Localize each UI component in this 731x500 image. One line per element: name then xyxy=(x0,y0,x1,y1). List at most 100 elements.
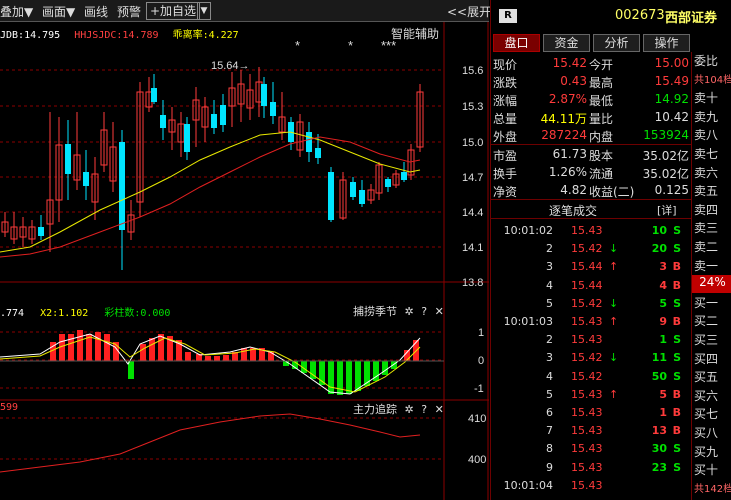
settings-icon[interactable]: ✲ xyxy=(405,403,414,416)
tick-row: 10:01:04 15.43 xyxy=(491,477,691,495)
tick-volume: 10 xyxy=(651,224,667,237)
help-icon[interactable]: ? xyxy=(421,403,427,416)
tick-time: 10:01:02 xyxy=(503,224,553,237)
tick-direction-icon: ↑ xyxy=(609,260,619,274)
tick-price: 15.43 xyxy=(571,333,603,347)
order-book-side-label: 委比 xyxy=(694,54,719,68)
quote-row: 净资 4.82 收益(二) 0.125 xyxy=(491,181,691,199)
order-book-side-label: 卖三 xyxy=(694,221,719,236)
tick-volume: 1 xyxy=(659,406,667,419)
sub2-value: 599 xyxy=(0,402,19,413)
price-axis-label: 15.0 xyxy=(462,137,483,149)
quote-row: 现价 15.42 今开 15.00 xyxy=(491,54,691,72)
quote-value: 15.49 xyxy=(654,74,689,88)
tick-volume: 4 xyxy=(659,278,667,292)
tick-price: 15.43 xyxy=(571,406,603,419)
add-favorite-dropdown[interactable]: ▼ xyxy=(197,2,211,20)
tick-row: 3 15.44 ↑ 3 B xyxy=(491,258,691,276)
quote-label: 内盘 xyxy=(589,130,614,144)
tick-side: S xyxy=(673,296,681,310)
tick-time: 2 xyxy=(546,333,553,347)
order-book-side-label: 买三 xyxy=(694,333,719,347)
star-marker-1: * xyxy=(295,38,300,53)
tick-side: S xyxy=(673,242,681,256)
close-icon[interactable]: ✕ xyxy=(435,305,444,318)
tick-volume: 20 xyxy=(651,242,667,256)
candlesticks xyxy=(1,67,424,270)
tick-row: 2 15.43 1 S xyxy=(491,331,691,349)
star-marker-3: *** xyxy=(381,38,396,53)
quote-label: 涨幅 xyxy=(493,94,518,108)
main-force-line xyxy=(0,413,421,473)
tick-direction-icon: ↑ xyxy=(609,315,619,328)
add-favorite-button[interactable]: +加自选 xyxy=(146,2,201,20)
tick-price: 15.42 xyxy=(571,351,603,365)
quote-label: 现价 xyxy=(493,58,518,72)
chart-toolbar: 叠加▼ 画面▼ 画线 预警 +加自选 ▼ <<展开 xyxy=(0,0,491,22)
tick-time: 2 xyxy=(546,242,553,256)
draw-menu[interactable]: 画面▼ xyxy=(42,3,75,20)
quote-value: 61.73 xyxy=(552,147,587,161)
tab-orderbook[interactable]: 盘口 xyxy=(493,34,540,52)
overlay-menu[interactable]: 叠加▼ xyxy=(0,3,33,20)
help-icon[interactable]: ? xyxy=(421,305,427,318)
order-book-side-label: 买六 xyxy=(694,388,719,403)
tab-operation[interactable]: 操作 xyxy=(643,34,690,52)
kline-chart[interactable]: 15.64→ * * *** 15.6 15.3 15.0 14.7 14.4 … xyxy=(0,22,489,500)
tick-row: 10:01:03 15.43 ↑ 9 B xyxy=(491,313,691,331)
tick-side: S xyxy=(673,460,681,474)
tick-side: S xyxy=(673,442,681,456)
ticks-detail-link[interactable]: [详] xyxy=(657,202,677,218)
tick-time: 3 xyxy=(546,351,553,365)
quote-row: 换手 1.26% 流通 35.02亿 xyxy=(491,163,691,181)
order-book-side-label: 卖一 xyxy=(694,258,719,273)
tick-row: 7 15.43 13 B xyxy=(491,422,691,440)
tick-side: B xyxy=(672,406,681,419)
order-book-side-label: 买十 xyxy=(694,463,719,478)
order-book-side-label: 共142档 xyxy=(694,483,731,495)
alert-button[interactable]: 预警 xyxy=(117,3,141,20)
draw-line-button[interactable]: 画线 xyxy=(84,3,108,20)
tick-volume: 3 xyxy=(659,260,667,274)
order-book-side-label: 买二 xyxy=(694,314,719,329)
quote-label: 量比 xyxy=(589,112,614,126)
stock-name: 西部证券 xyxy=(665,11,718,26)
tick-volume: 5 xyxy=(659,296,667,310)
tick-volume: 30 xyxy=(651,442,667,456)
tick-time: 6 xyxy=(546,406,553,419)
quote-value: 2.87% xyxy=(548,92,587,106)
tick-time: 9 xyxy=(546,460,553,474)
tab-funds[interactable]: 资金 xyxy=(543,34,590,52)
quote-value: 287224 xyxy=(541,128,587,142)
quote-value: 4.82 xyxy=(560,183,587,197)
tick-volume: 11 xyxy=(651,351,667,365)
tick-volume: 5 xyxy=(659,387,667,401)
tick-side: B xyxy=(672,278,681,292)
quote-value: 15.00 xyxy=(654,56,689,70)
tick-price: 15.43 xyxy=(571,224,603,237)
sub1-title-bar: 捕捞季节 ✲ ? ✕ xyxy=(353,303,444,319)
order-book-side-label: 卖七 xyxy=(694,147,719,161)
order-book-side-label: 卖四 xyxy=(694,202,719,217)
sub1-value-1: .774 xyxy=(0,308,25,319)
tick-time: 3 xyxy=(546,260,553,274)
tick-time: 7 xyxy=(546,424,553,438)
order-book-side-label: 买四 xyxy=(694,351,719,366)
sub1-axis-label: 1 xyxy=(478,327,484,339)
tab-analysis[interactable]: 分析 xyxy=(593,34,640,52)
quote-label: 换手 xyxy=(493,167,518,181)
tick-side: S xyxy=(673,224,681,237)
price-axis-label: 14.4 xyxy=(462,207,483,219)
expand-button[interactable]: <<展开 xyxy=(447,3,491,20)
ticks-header: 逐笔成交 [详] xyxy=(491,200,691,218)
quote-row: 总量 44.11万 量比 10.42 xyxy=(491,108,691,126)
settings-icon[interactable]: ✲ xyxy=(405,305,414,318)
quote-label: 最高 xyxy=(589,76,614,90)
close-icon[interactable]: ✕ xyxy=(435,403,444,416)
tick-side: B xyxy=(672,424,681,438)
tick-time: 10:01:04 xyxy=(503,478,553,492)
tick-direction-icon: ↑ xyxy=(609,387,619,401)
quote-panel: R 002673 西部证券 盘口 资金 分析 操作 现价 15.42 今开 15.00… xyxy=(490,0,731,500)
order-book-side-label: 买八 xyxy=(694,426,719,440)
sub1-legend: .774 X2:1.102 彩柱数:0.000 xyxy=(0,304,170,319)
